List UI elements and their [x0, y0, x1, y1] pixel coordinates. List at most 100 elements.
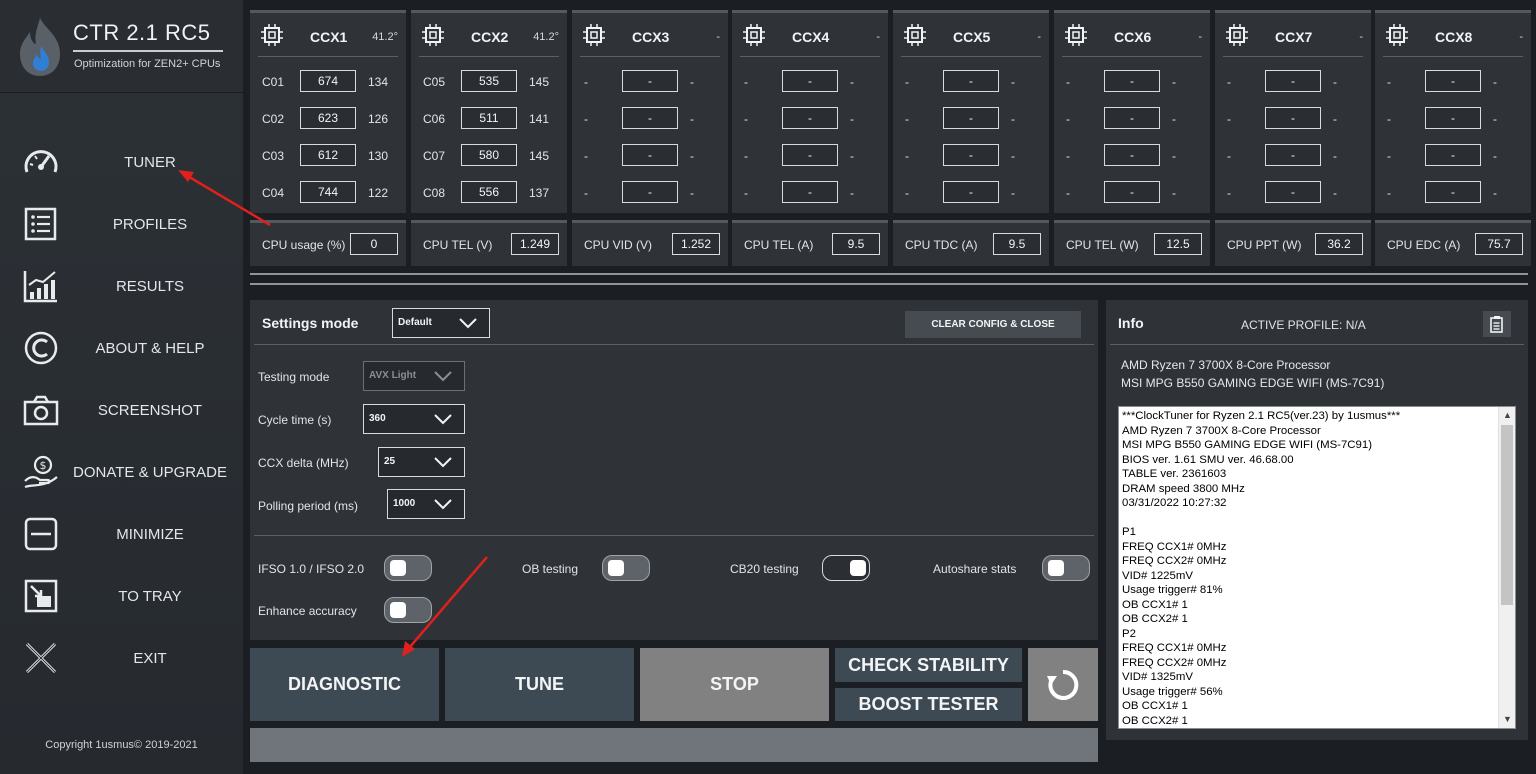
chip-icon: [1065, 24, 1087, 46]
nav-label: TO TRAY: [118, 588, 182, 605]
boost-tester-button[interactable]: BOOST TESTER: [835, 688, 1022, 721]
metric-cell: CPU PPT (W) 36.2: [1215, 220, 1371, 266]
divider: [254, 344, 1094, 345]
autoshare-stats-toggle[interactable]: [1042, 555, 1090, 581]
log-line: FREQ CCX2# 0MHz: [1122, 555, 1227, 567]
core-id: -: [905, 112, 909, 126]
core-id: -: [1387, 75, 1391, 89]
log-line: P1: [1122, 526, 1136, 538]
core-id: -: [744, 75, 748, 89]
cycle-time-select[interactable]: 360: [363, 404, 465, 434]
core-id: -: [584, 149, 588, 163]
core-row: ---: [893, 70, 1049, 94]
chevron-down-icon: [434, 414, 452, 425]
metric-label: CPU EDC (A): [1387, 238, 1461, 252]
nav-label: EXIT: [133, 650, 167, 667]
info-panel: Info ACTIVE PROFILE: N/A AMD Ryzen 7 370…: [1106, 300, 1528, 740]
log-line: VID# 1225mV: [1122, 569, 1193, 582]
ob-testing-toggle[interactable]: [602, 555, 650, 581]
polling-period-select[interactable]: 1000: [387, 489, 465, 519]
core-id: C08: [423, 186, 446, 200]
metric-cell: CPU usage (%) 0: [250, 220, 406, 266]
settings-panel: Settings mode Default CLEAR CONFIG & CLO…: [250, 300, 1098, 640]
progress-bar: [250, 728, 1098, 762]
ifso-toggle[interactable]: [384, 555, 432, 581]
ccx-delta-select[interactable]: 25: [378, 447, 465, 477]
core-row: ---: [893, 144, 1049, 168]
divider: [580, 56, 720, 57]
divider: [1223, 56, 1363, 57]
log-line: OB CCX2# 1: [1122, 714, 1188, 727]
camera-icon: [23, 395, 59, 426]
active-profile-label: ACTIVE PROFILE: N/A: [1241, 318, 1366, 332]
log-scrollbar[interactable]: ▲ ▼: [1498, 407, 1515, 728]
chevron-down-icon: [434, 457, 452, 468]
core-row: ---: [732, 107, 888, 131]
scroll-up-arrow-icon[interactable]: ▲: [1499, 407, 1515, 424]
enhance-accuracy-label: Enhance accuracy: [258, 604, 357, 618]
tune-button[interactable]: TUNE: [445, 648, 634, 721]
metric-cell: CPU TEL (W) 12.5: [1054, 220, 1210, 266]
chip-icon: [1386, 24, 1408, 46]
core-value: 134: [368, 75, 389, 89]
list-icon: [24, 207, 57, 241]
nav-profiles[interactable]: PROFILES: [0, 196, 243, 252]
core-row: ---: [732, 144, 888, 168]
enhance-accuracy-toggle[interactable]: [384, 597, 432, 623]
testing-mode-select[interactable]: AVX Light: [363, 361, 465, 391]
copy-log-button[interactable]: [1483, 311, 1511, 337]
nav-exit[interactable]: EXIT: [0, 630, 243, 686]
core-id: -: [905, 149, 909, 163]
core-id: -: [584, 186, 588, 200]
cb20-testing-toggle[interactable]: [822, 555, 870, 581]
polling-period-label: Polling period (ms): [258, 499, 359, 513]
core-id: -: [905, 75, 909, 89]
ccx-panel: CCX4- - - - - - - - - - - - -: [732, 10, 888, 213]
core-row: ---: [1375, 70, 1531, 94]
nav-about-help[interactable]: ABOUT & HELP: [0, 320, 243, 376]
metric-value: 75.7: [1475, 233, 1523, 255]
scroll-down-arrow-icon[interactable]: ▼: [1499, 711, 1515, 728]
core-id: C05: [423, 75, 446, 89]
nav-to-tray[interactable]: TO TRAY: [0, 568, 243, 624]
speedometer-icon: [24, 150, 58, 173]
ccx-name: CCX8: [1435, 29, 1473, 45]
core-frequency-box: 623: [300, 107, 356, 129]
core-row: ---: [1215, 181, 1371, 205]
core-id: -: [744, 149, 748, 163]
stop-button[interactable]: STOP: [640, 648, 829, 721]
core-frequency-box: -: [1104, 107, 1160, 129]
core-row: ---: [1215, 144, 1371, 168]
metric-label: CPU TEL (V): [423, 238, 493, 252]
divider: [419, 56, 559, 57]
scroll-thumb[interactable]: [1501, 425, 1513, 605]
nav-tuner[interactable]: TUNER: [0, 134, 243, 190]
core-row: C06 511 141: [411, 107, 567, 131]
core-id: C02: [262, 112, 285, 126]
donate-hand-icon: $: [24, 455, 58, 489]
metric-value: 9.5: [993, 233, 1041, 255]
nav-results[interactable]: RESULTS: [0, 258, 243, 314]
core-frequency-box: -: [1104, 144, 1160, 166]
diagnostic-button[interactable]: DIAGNOSTIC: [250, 648, 439, 721]
refresh-button[interactable]: [1028, 648, 1098, 721]
core-frequency-box: -: [1425, 181, 1481, 203]
clear-config-close-button[interactable]: CLEAR CONFIG & CLOSE: [905, 311, 1081, 338]
core-id: -: [584, 112, 588, 126]
log-textarea[interactable]: ***ClockTuner for Ryzen 2.1 RC5(ver.23) …: [1118, 406, 1516, 729]
metric-cell: CPU TDC (A) 9.5: [893, 220, 1049, 266]
motherboard-name: MSI MPG B550 GAMING EDGE WIFI (MS-7C91): [1121, 376, 1385, 390]
select-value: 1000: [393, 498, 416, 509]
check-stability-button[interactable]: CHECK STABILITY: [835, 648, 1022, 682]
nav-donate-upgrade[interactable]: $ DONATE & UPGRADE: [0, 444, 243, 500]
ccx-panel: CCX5- - - - - - - - - - - - -: [893, 10, 1049, 213]
ccx-temperature: 41.2°: [372, 31, 398, 43]
core-id: C06: [423, 112, 446, 126]
core-frequency-box: -: [1425, 70, 1481, 92]
toggle-knob: [1048, 560, 1064, 576]
nav-screenshot[interactable]: SCREENSHOT: [0, 382, 243, 438]
core-frequency-box: 674: [300, 70, 356, 92]
core-row: C07 580 145: [411, 144, 567, 168]
nav-minimize[interactable]: MINIMIZE: [0, 506, 243, 562]
settings-mode-select[interactable]: Default: [392, 308, 490, 338]
